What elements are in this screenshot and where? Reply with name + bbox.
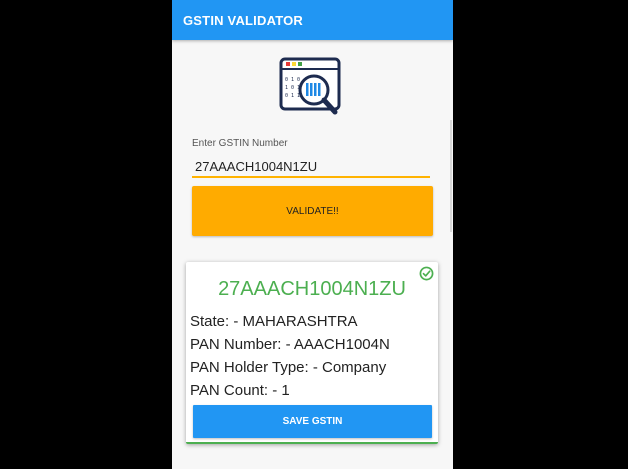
gstin-input[interactable]: [192, 156, 430, 178]
validate-button[interactable]: VALIDATE!!: [192, 186, 433, 236]
state-text: State: - MAHARASHTRA: [190, 313, 358, 330]
gstin-field-label: Enter GSTIN Number: [192, 138, 288, 149]
svg-text:0 1 1: 0 1 1: [285, 93, 300, 99]
app-screen: GSTIN VALIDATOR 0 1 0 1 0 1 0 1 1 Enter …: [172, 0, 453, 469]
pan-number-text: PAN Number: - AAACH1004N: [190, 336, 390, 353]
svg-text:1 0 1: 1 0 1: [285, 85, 300, 91]
pan-holder-type-text: PAN Holder Type: - Company: [190, 359, 387, 376]
save-gstin-button[interactable]: SAVE GSTIN: [193, 405, 432, 438]
scroll-edge: [450, 120, 452, 232]
gst-search-icon: 0 1 0 1 0 1 0 1 1: [279, 57, 341, 115]
svg-text:0 1 0: 0 1 0: [285, 77, 300, 83]
app-title: GSTIN VALIDATOR: [183, 13, 303, 28]
result-gstin: 27AAACH1004N1ZU: [218, 278, 406, 300]
result-card: 27AAACH1004N1ZU State: - MAHARASHTRA PAN…: [186, 262, 438, 444]
pan-count-text: PAN Count: - 1: [190, 382, 290, 399]
app-bar: GSTIN VALIDATOR: [172, 0, 453, 40]
